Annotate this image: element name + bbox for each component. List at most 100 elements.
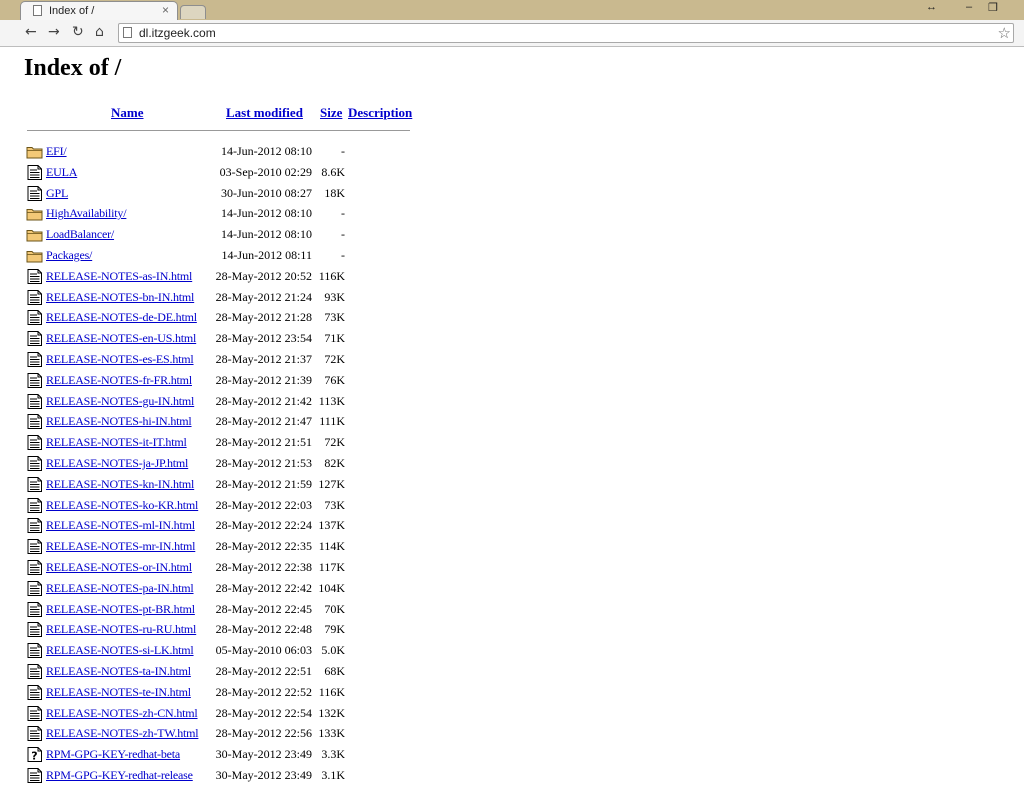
file-size: - [341, 227, 345, 242]
browser-titlebar: Index of / × ↔ – ❐ [0, 0, 1024, 20]
file-link[interactable]: GPL [46, 186, 68, 201]
file-size: 116K [318, 684, 345, 699]
file-modified: 28-May-2012 22:45 [215, 601, 312, 616]
table-row: RELEASE-NOTES-it-IT.html 28-May-2012 21:5… [26, 433, 426, 454]
file-link[interactable]: EULA [46, 165, 77, 180]
column-header-last-modified[interactable]: Last modified [226, 105, 303, 121]
file-link[interactable]: RELEASE-NOTES-de-DE.html [46, 310, 197, 325]
file-size: 3.3K [321, 747, 345, 762]
file-link[interactable]: RELEASE-NOTES-fr-FR.html [46, 373, 192, 388]
file-size: 111K [319, 414, 345, 429]
text-file-icon [26, 393, 43, 409]
file-modified: 30-May-2012 23:49 [215, 767, 312, 782]
file-modified: 28-May-2012 22:24 [215, 518, 312, 533]
new-tab-button[interactable] [180, 5, 206, 19]
file-modified: 28-May-2012 21:37 [215, 351, 312, 366]
file-link[interactable]: RPM-GPG-KEY-redhat-release [46, 768, 193, 783]
file-link[interactable]: HighAvailability/ [46, 206, 127, 221]
table-row: GPL 30-Jun-2010 08:27 18K [26, 184, 426, 205]
table-row: RELEASE-NOTES-ru-RU.html 28-May-2012 22:4… [26, 620, 426, 641]
table-row: RELEASE-NOTES-ja-JP.html 28-May-2012 21:5… [26, 454, 426, 475]
text-file-icon [26, 310, 43, 326]
table-row: RELEASE-NOTES-te-IN.html 28-May-2012 22:5… [26, 683, 426, 704]
file-modified: 28-May-2012 22:35 [215, 539, 312, 554]
table-row: RELEASE-NOTES-ml-IN.html 28-May-2012 22:2… [26, 516, 426, 537]
file-link[interactable]: RELEASE-NOTES-gu-IN.html [46, 394, 194, 409]
file-size: 104K [318, 580, 345, 595]
table-row: RELEASE-NOTES-bn-IN.html 28-May-2012 21:2… [26, 288, 426, 309]
forward-arrow-icon[interactable]: → [48, 24, 60, 40]
file-size: 71K [324, 331, 345, 346]
file-link[interactable]: RELEASE-NOTES-zh-CN.html [46, 706, 198, 721]
home-icon[interactable]: ⌂ [95, 24, 104, 40]
text-file-icon [26, 372, 43, 388]
file-link[interactable]: RELEASE-NOTES-es-ES.html [46, 352, 194, 367]
file-modified: 28-May-2012 22:38 [215, 559, 312, 574]
file-link[interactable]: RELEASE-NOTES-hi-IN.html [46, 414, 192, 429]
text-file-icon [26, 268, 43, 284]
file-size: 133K [318, 726, 345, 741]
address-bar[interactable]: ☆ [118, 23, 1014, 43]
table-row: RELEASE-NOTES-as-IN.html 28-May-2012 20:5… [26, 267, 426, 288]
bookmark-star-icon[interactable]: ☆ [998, 24, 1011, 42]
tab-close-button[interactable]: × [162, 3, 169, 17]
file-link[interactable]: RELEASE-NOTES-pt-BR.html [46, 602, 195, 617]
file-link[interactable]: RELEASE-NOTES-as-IN.html [46, 269, 192, 284]
restore-arrows-icon[interactable]: ↔ [926, 1, 937, 13]
file-link[interactable]: RELEASE-NOTES-pa-IN.html [46, 581, 194, 596]
text-file-icon [26, 497, 43, 513]
file-modified: 28-May-2012 23:54 [215, 331, 312, 346]
file-link[interactable]: RELEASE-NOTES-ml-IN.html [46, 518, 195, 533]
minimize-button[interactable]: – [966, 1, 972, 13]
file-link[interactable]: RELEASE-NOTES-mr-IN.html [46, 539, 195, 554]
file-listing: EFI/14-Jun-2012 08:10 - EULA 03-Sep-2010 02… [26, 142, 426, 787]
file-modified: 28-May-2012 21:24 [215, 289, 312, 304]
file-modified: 30-Jun-2010 08:27 [221, 185, 312, 200]
file-modified: 28-May-2012 21:28 [215, 310, 312, 325]
file-size: 79K [324, 622, 345, 637]
file-size: 137K [318, 518, 345, 533]
file-link[interactable]: RELEASE-NOTES-or-IN.html [46, 560, 192, 575]
unknown-file-icon: ? [26, 747, 43, 763]
file-link[interactable]: RELEASE-NOTES-ru-RU.html [46, 622, 196, 637]
table-row: Packages/14-Jun-2012 08:11 - [26, 246, 426, 267]
file-modified: 28-May-2012 22:42 [215, 580, 312, 595]
text-file-icon [26, 580, 43, 596]
table-row: LoadBalancer/14-Jun-2012 08:10 - [26, 225, 426, 246]
url-input[interactable] [139, 26, 979, 40]
file-link[interactable]: RELEASE-NOTES-ta-IN.html [46, 664, 191, 679]
file-size: 18K [324, 185, 345, 200]
file-modified: 28-May-2012 21:51 [215, 435, 312, 450]
file-modified: 28-May-2012 22:51 [215, 663, 312, 678]
file-link[interactable]: LoadBalancer/ [46, 227, 114, 242]
file-link[interactable]: RELEASE-NOTES-kn-IN.html [46, 477, 194, 492]
file-link[interactable]: RPM-GPG-KEY-redhat-beta [46, 747, 180, 762]
maximize-button[interactable]: ❐ [988, 1, 998, 14]
file-size: 93K [324, 289, 345, 304]
file-link[interactable]: RELEASE-NOTES-bn-IN.html [46, 290, 194, 305]
file-modified: 28-May-2012 21:53 [215, 455, 312, 470]
reload-icon[interactable]: ↻ [72, 24, 84, 40]
browser-tab[interactable]: Index of / × [20, 1, 178, 20]
file-link[interactable]: RELEASE-NOTES-zh-TW.html [46, 726, 199, 741]
file-link[interactable]: RELEASE-NOTES-ja-JP.html [46, 456, 188, 471]
column-header-name[interactable]: Name [111, 105, 144, 121]
file-link[interactable]: RELEASE-NOTES-si-LK.html [46, 643, 194, 658]
column-header-description[interactable]: Description [348, 105, 412, 121]
file-link[interactable]: EFI/ [46, 144, 67, 159]
file-size: 127K [318, 476, 345, 491]
file-link[interactable]: RELEASE-NOTES-it-IT.html [46, 435, 187, 450]
file-modified: 05-May-2010 06:03 [215, 643, 312, 658]
table-row: RELEASE-NOTES-zh-CN.html 28-May-2012 22:5… [26, 704, 426, 725]
file-size: - [341, 247, 345, 262]
table-row: RELEASE-NOTES-es-ES.html 28-May-2012 21:3… [26, 350, 426, 371]
file-link[interactable]: Packages/ [46, 248, 92, 263]
file-size: 3.1K [321, 767, 345, 782]
column-header-size[interactable]: Size [320, 105, 342, 121]
file-link[interactable]: RELEASE-NOTES-te-IN.html [46, 685, 191, 700]
file-modified: 28-May-2012 22:03 [215, 497, 312, 512]
back-arrow-icon[interactable]: ← [25, 24, 37, 40]
file-link[interactable]: RELEASE-NOTES-ko-KR.html [46, 498, 198, 513]
text-file-icon [26, 289, 43, 305]
file-link[interactable]: RELEASE-NOTES-en-US.html [46, 331, 196, 346]
